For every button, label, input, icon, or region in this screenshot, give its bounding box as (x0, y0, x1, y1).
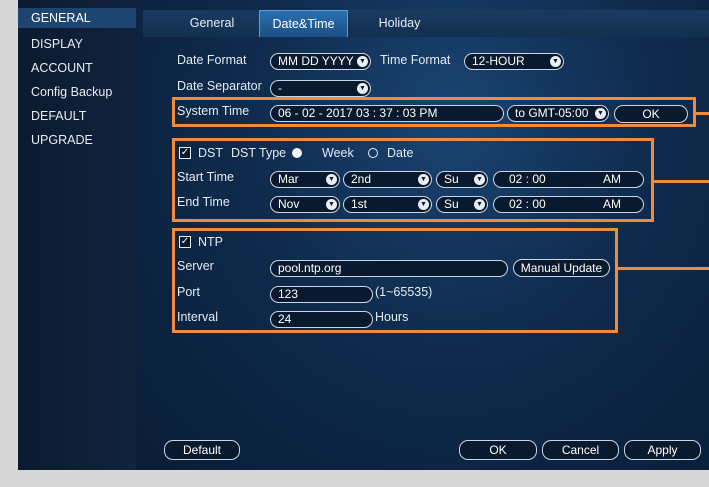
ntp-checkbox[interactable]: ✓ (179, 236, 191, 248)
ntp-server-input[interactable]: pool.ntp.org (270, 260, 508, 277)
system-time-label: System Time (177, 104, 250, 118)
dst-end-time-input[interactable]: 02 : 00 AM (493, 196, 644, 213)
system-time-ok-button[interactable]: OK (614, 105, 688, 123)
dst-type-label: DST Type (231, 146, 287, 160)
date-separator-label: Date Separator (177, 79, 262, 93)
sidebar-item-general[interactable]: GENERAL (18, 8, 136, 28)
date-format-select[interactable]: MM DD YYYY ▼ (270, 53, 371, 70)
chevron-down-icon: ▼ (474, 174, 485, 185)
chevron-down-icon: ▼ (474, 199, 485, 210)
chevron-down-icon: ▼ (326, 199, 337, 210)
dst-start-month-value: Mar (278, 172, 299, 186)
settings-sidebar: GENERAL DISPLAY ACCOUNT Config Backup DE… (18, 0, 136, 470)
sidebar-item-display[interactable]: DISPLAY (18, 34, 136, 54)
ntp-callout-line (617, 267, 709, 270)
ntp-port-label: Port (177, 285, 200, 299)
dst-start-day-value: Su (444, 172, 459, 186)
dst-start-day-select[interactable]: Su ▼ (436, 171, 488, 188)
dst-start-time-input[interactable]: 02 : 00 AM (493, 171, 644, 188)
ntp-port-range: (1~65535) (375, 285, 433, 299)
chevron-down-icon: ▼ (418, 174, 429, 185)
ntp-server-label: Server (177, 259, 214, 273)
dst-start-week-value: 2nd (351, 172, 372, 186)
chevron-down-icon: ▼ (418, 199, 429, 210)
time-format-label: Time Format (380, 53, 451, 67)
default-button[interactable]: Default (164, 440, 240, 460)
chevron-down-icon: ▼ (595, 108, 606, 119)
apply-button[interactable]: Apply (624, 440, 701, 460)
ntp-interval-unit: Hours (375, 310, 409, 324)
time-format-value: 12-HOUR (472, 54, 525, 68)
dst-end-week-value: 1st (351, 197, 368, 211)
system-time-input[interactable]: 06 - 02 - 2017 03 : 37 : 03 PM (270, 105, 504, 122)
ntp-label: NTP (198, 235, 223, 249)
ntp-interval-label: Interval (177, 310, 218, 324)
date-format-label: Date Format (177, 53, 247, 67)
ntp-port-input[interactable]: 123 (270, 286, 373, 303)
dst-type-date-radio[interactable] (368, 148, 378, 158)
ntp-interval-input[interactable]: 24 (270, 311, 373, 328)
chevron-down-icon: ▼ (357, 83, 368, 94)
date-separator-value: - (278, 81, 282, 95)
date-separator-select[interactable]: - ▼ (270, 80, 371, 97)
time-format-select[interactable]: 12-HOUR ▼ (464, 53, 564, 70)
dst-end-month-select[interactable]: Nov ▼ (270, 196, 340, 213)
sidebar-item-account[interactable]: ACCOUNT (18, 58, 136, 78)
ok-button[interactable]: OK (459, 440, 537, 460)
cancel-button[interactable]: Cancel (542, 440, 619, 460)
tab-general[interactable]: General (170, 10, 254, 37)
dst-end-ampm: AM (603, 197, 621, 211)
dst-start-month-select[interactable]: Mar ▼ (270, 171, 340, 188)
dst-end-time-value: 02 : 00 (509, 197, 546, 211)
dst-start-time-label: Start Time (177, 170, 234, 184)
dst-start-ampm: AM (603, 172, 621, 186)
sidebar-item-config-backup[interactable]: Config Backup (18, 82, 136, 102)
tab-date-time[interactable]: Date&Time (259, 10, 348, 37)
dst-end-day-select[interactable]: Su ▼ (436, 196, 488, 213)
system-time-callout-line (695, 112, 709, 115)
sidebar-item-upgrade[interactable]: UPGRADE (18, 130, 136, 150)
timezone-select[interactable]: to GMT-05:00 ▼ (507, 105, 609, 122)
dst-type-date-label: Date (387, 146, 414, 160)
dst-checkbox[interactable]: ✓ (179, 147, 191, 159)
date-format-value: MM DD YYYY (278, 54, 354, 68)
chevron-down-icon: ▼ (357, 56, 368, 67)
dst-label: DST (198, 146, 223, 160)
dst-end-month-value: Nov (278, 197, 300, 211)
dst-end-time-label: End Time (177, 195, 230, 209)
timezone-value: to GMT-05:00 (515, 106, 589, 120)
dst-end-week-select[interactable]: 1st ▼ (343, 196, 432, 213)
manual-update-button[interactable]: Manual Update (513, 259, 610, 277)
chevron-down-icon: ▼ (326, 174, 337, 185)
dst-start-time-value: 02 : 00 (509, 172, 546, 186)
dst-start-week-select[interactable]: 2nd ▼ (343, 171, 432, 188)
sidebar-item-default[interactable]: DEFAULT (18, 106, 136, 126)
dst-type-week-label: Week (322, 146, 354, 160)
chevron-down-icon: ▼ (550, 56, 561, 67)
dst-type-week-radio[interactable] (292, 148, 302, 158)
dst-end-day-value: Su (444, 197, 459, 211)
dst-callout-line (653, 180, 709, 183)
tab-holiday[interactable]: Holiday (352, 10, 447, 37)
